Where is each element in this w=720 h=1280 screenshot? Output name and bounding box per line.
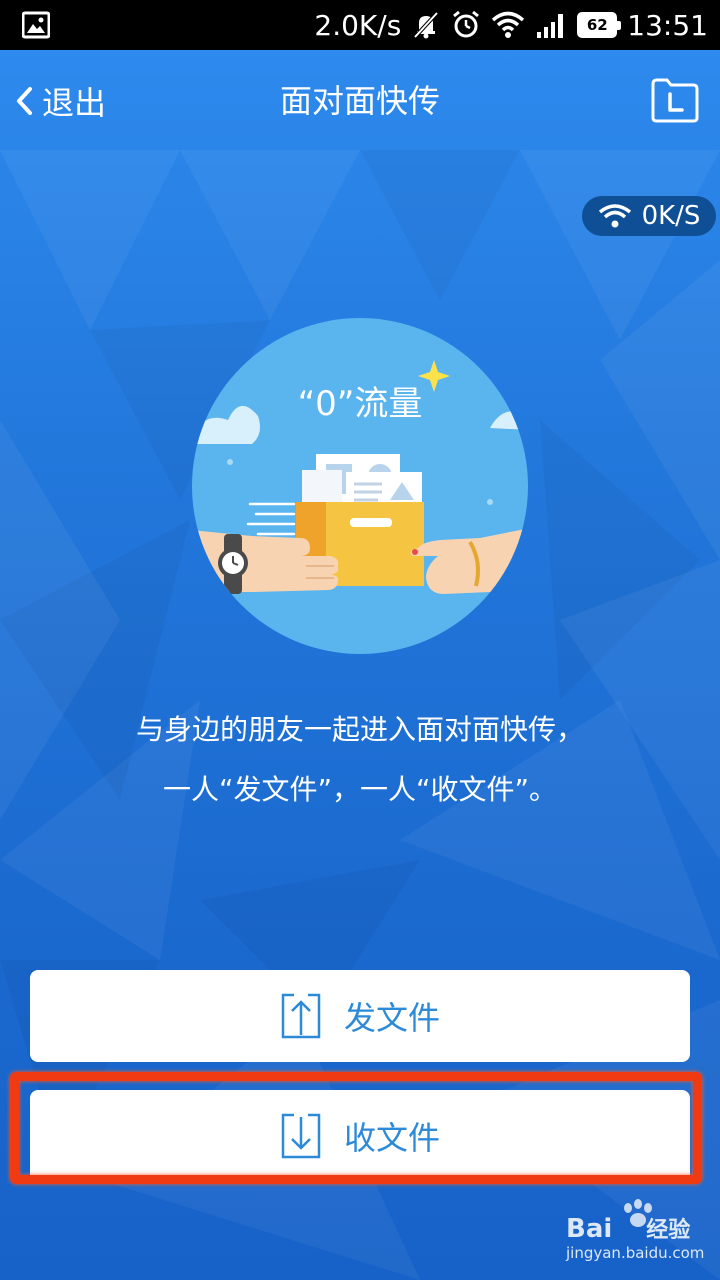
- watermark-brand-row: Bai 经验: [566, 1212, 706, 1244]
- alarm-icon: [453, 10, 480, 38]
- baidu-jingyan-watermark: Bai 经验 jingyan.baidu.com: [566, 1194, 706, 1270]
- image-notification-icon: [22, 11, 50, 39]
- send-file-button[interactable]: 发文件: [30, 970, 690, 1062]
- watermark-brand: Bai: [566, 1214, 613, 1244]
- file-handoff-illustration: [192, 318, 528, 654]
- receive-file-button[interactable]: 收文件: [30, 1090, 690, 1182]
- upload-icon: [281, 993, 321, 1039]
- status-bar: 2.0K/s 62 13:51: [0, 0, 720, 50]
- app-header: 退出 面对面快传: [0, 50, 720, 150]
- instruction-text: 与身边的朋友一起进入面对面快传， 一人“发文件”，一人“收文件”。: [0, 700, 720, 820]
- send-file-label: 发文件: [343, 999, 440, 1037]
- watermark-url: jingyan.baidu.com: [566, 1244, 705, 1262]
- watermark-brand-suffix: 经验: [646, 1218, 691, 1243]
- download-icon: [281, 1113, 321, 1159]
- instruction-line-1: 与身边的朋友一起进入面对面快传，: [135, 713, 584, 746]
- clock: 13:51: [627, 8, 708, 42]
- folder-history-icon[interactable]: [650, 76, 700, 124]
- wifi-icon: [492, 11, 525, 38]
- battery-indicator: 62: [577, 12, 622, 38]
- wifi-icon: [598, 204, 631, 228]
- illustration-caption: “0”流量: [297, 384, 423, 424]
- instruction-line-2: 一人“发文件”，一人“收文件”。: [162, 773, 558, 806]
- notifications-muted-icon: [413, 11, 439, 39]
- transfer-speed-indicator: 0K/S: [582, 196, 716, 236]
- transfer-speed-value: 0K/S: [641, 201, 701, 231]
- network-speed: 2.0K/s: [314, 8, 402, 42]
- battery-level: 62: [586, 16, 608, 34]
- page-title: 面对面快传: [279, 82, 440, 120]
- signal-icon: [537, 14, 564, 38]
- receive-file-label: 收文件: [343, 1119, 440, 1157]
- zero-traffic-illustration: “0”流量: [190, 316, 530, 656]
